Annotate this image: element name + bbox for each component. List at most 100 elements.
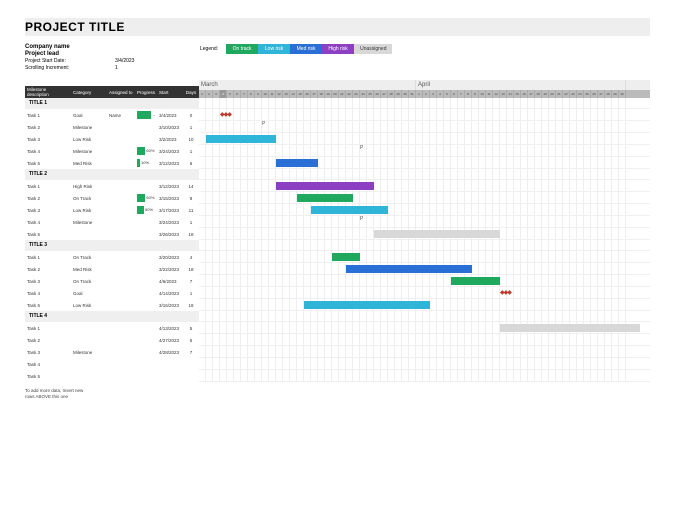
gantt-row[interactable] — [199, 228, 650, 240]
day-cell[interactable]: 7 — [241, 90, 248, 98]
cell-days[interactable]: 1 — [183, 125, 199, 130]
cell-desc[interactable]: Task 5 — [25, 374, 71, 379]
day-cell[interactable]: 9 — [255, 90, 262, 98]
day-cell[interactable]: 15 — [297, 90, 304, 98]
day-cell[interactable]: 9 — [472, 90, 479, 98]
gantt-row[interactable] — [199, 204, 650, 216]
cell-desc[interactable]: Task 2 — [25, 196, 71, 201]
cell-start[interactable]: 3/15/2023 — [157, 196, 183, 201]
cell-start[interactable]: 3/22/2023 — [157, 267, 183, 272]
day-cell[interactable]: 18 — [535, 90, 542, 98]
day-cell[interactable]: 23 — [353, 90, 360, 98]
cell-category[interactable]: High Risk — [71, 184, 107, 189]
cell-category[interactable]: Goal — [71, 113, 107, 118]
project-title[interactable]: PROJECT TITLE — [25, 20, 650, 34]
gantt-row[interactable] — [199, 370, 650, 382]
cell-start[interactable]: 3/26/2023 — [157, 232, 183, 237]
gantt-row[interactable] — [199, 192, 650, 204]
cell-days[interactable]: 10 — [183, 137, 199, 142]
day-cell[interactable]: 11 — [269, 90, 276, 98]
cell-desc[interactable]: Task 4 — [25, 362, 71, 367]
gantt-bar[interactable] — [500, 324, 640, 332]
cell-desc[interactable]: Task 4 — [25, 291, 71, 296]
day-cell[interactable]: 7 — [458, 90, 465, 98]
gantt-bar[interactable] — [276, 159, 318, 167]
start-date-value[interactable]: 3/4/2023 — [115, 58, 134, 64]
cell-days[interactable]: 8 — [183, 196, 199, 201]
day-cell[interactable]: 25 — [367, 90, 374, 98]
gantt-row[interactable] — [199, 322, 650, 334]
day-cell[interactable]: 21 — [556, 90, 563, 98]
cell-start[interactable]: 3/2/2023 — [157, 137, 183, 142]
cell-days[interactable]: 6 — [183, 161, 199, 166]
day-cell[interactable]: 1 — [199, 90, 206, 98]
day-cell[interactable]: 18 — [318, 90, 325, 98]
cell-days[interactable]: 7 — [183, 350, 199, 355]
day-cell[interactable]: 16 — [304, 90, 311, 98]
day-cell[interactable]: 3 — [213, 90, 220, 98]
gantt-row[interactable] — [199, 299, 650, 311]
gantt-bar[interactable] — [332, 253, 360, 261]
day-cell[interactable]: 24 — [577, 90, 584, 98]
cell-days[interactable]: 1 — [183, 291, 199, 296]
day-cell[interactable]: 25 — [584, 90, 591, 98]
day-cell[interactable]: 26 — [374, 90, 381, 98]
day-cell[interactable]: 30 — [402, 90, 409, 98]
cell-desc[interactable]: Task 2 — [25, 267, 71, 272]
day-cell[interactable]: 14 — [507, 90, 514, 98]
gantt-row[interactable] — [199, 109, 650, 121]
cell-start[interactable]: 3/10/2023 — [157, 125, 183, 130]
day-cell[interactable]: 3 — [430, 90, 437, 98]
gantt-row[interactable] — [199, 157, 650, 169]
gantt-bar[interactable] — [304, 301, 430, 309]
scroll-value[interactable]: 1 — [115, 65, 118, 71]
day-cell[interactable]: 19 — [325, 90, 332, 98]
day-cell[interactable]: 27 — [381, 90, 388, 98]
day-cell[interactable]: 6 — [451, 90, 458, 98]
cell-days[interactable]: 5 — [183, 326, 199, 331]
table-row[interactable]: Task 3On Track4/6/20237 — [25, 275, 199, 287]
table-row[interactable]: Task 4Milestone60%3/24/20231 — [25, 145, 199, 157]
cell-progress[interactable]: 60% — [135, 194, 157, 202]
cell-category[interactable]: Milestone — [71, 350, 107, 355]
day-cell[interactable]: 21 — [339, 90, 346, 98]
cell-days[interactable]: 5 — [183, 338, 199, 343]
table-row[interactable]: Task 3Low Risk3/2/202310 — [25, 133, 199, 145]
table-row[interactable]: Task 53/26/202318 — [25, 228, 199, 240]
cell-days[interactable]: 18 — [183, 303, 199, 308]
gantt-bar[interactable] — [206, 135, 276, 143]
table-row[interactable]: Task 1On Track3/20/20234 — [25, 251, 199, 263]
day-cell[interactable]: 26 — [591, 90, 598, 98]
table-row[interactable]: Task 5Med Risk10%3/12/20236 — [25, 157, 199, 169]
gantt-row[interactable] — [199, 334, 650, 346]
cell-desc[interactable]: Task 5 — [25, 161, 71, 166]
gantt-row[interactable]: P — [199, 216, 650, 228]
gantt-row[interactable]: P — [199, 145, 650, 157]
day-cell[interactable]: 2 — [206, 90, 213, 98]
gantt-row[interactable] — [199, 263, 650, 275]
cell-category[interactable]: Milestone — [71, 149, 107, 154]
cell-start[interactable]: 4/14/2023 — [157, 291, 183, 296]
cell-desc[interactable]: Task 3 — [25, 208, 71, 213]
day-cell[interactable]: 29 — [612, 90, 619, 98]
lead-label[interactable]: Project lead — [25, 51, 115, 57]
cell-progress[interactable]: 100% — [135, 111, 157, 119]
cell-desc[interactable]: Task 5 — [25, 303, 71, 308]
cell-progress[interactable]: 60% — [135, 147, 157, 155]
section-row[interactable]: TITLE 4 — [25, 311, 199, 322]
table-row[interactable]: Task 4Goal4/14/20231 — [25, 287, 199, 299]
cell-category[interactable]: Low Risk — [71, 303, 107, 308]
table-row[interactable]: Task 3Milestone4/28/20237 — [25, 346, 199, 358]
table-row[interactable]: Task 5 — [25, 370, 199, 382]
gantt-row[interactable] — [199, 180, 650, 192]
cell-category[interactable]: On Track — [71, 255, 107, 260]
table-row[interactable]: Task 14/13/20235 — [25, 322, 199, 334]
cell-start[interactable]: 3/24/2023 — [157, 149, 183, 154]
day-cell[interactable]: 2 — [423, 90, 430, 98]
cell-category[interactable]: Milestone — [71, 125, 107, 130]
day-cell[interactable]: 28 — [388, 90, 395, 98]
section-row[interactable]: TITLE 3 — [25, 240, 199, 251]
cell-category[interactable]: On Track — [71, 196, 107, 201]
table-row[interactable]: Task 1GoalName100%3/4/20230 — [25, 109, 199, 121]
cell-start[interactable]: 3/16/2023 — [157, 303, 183, 308]
